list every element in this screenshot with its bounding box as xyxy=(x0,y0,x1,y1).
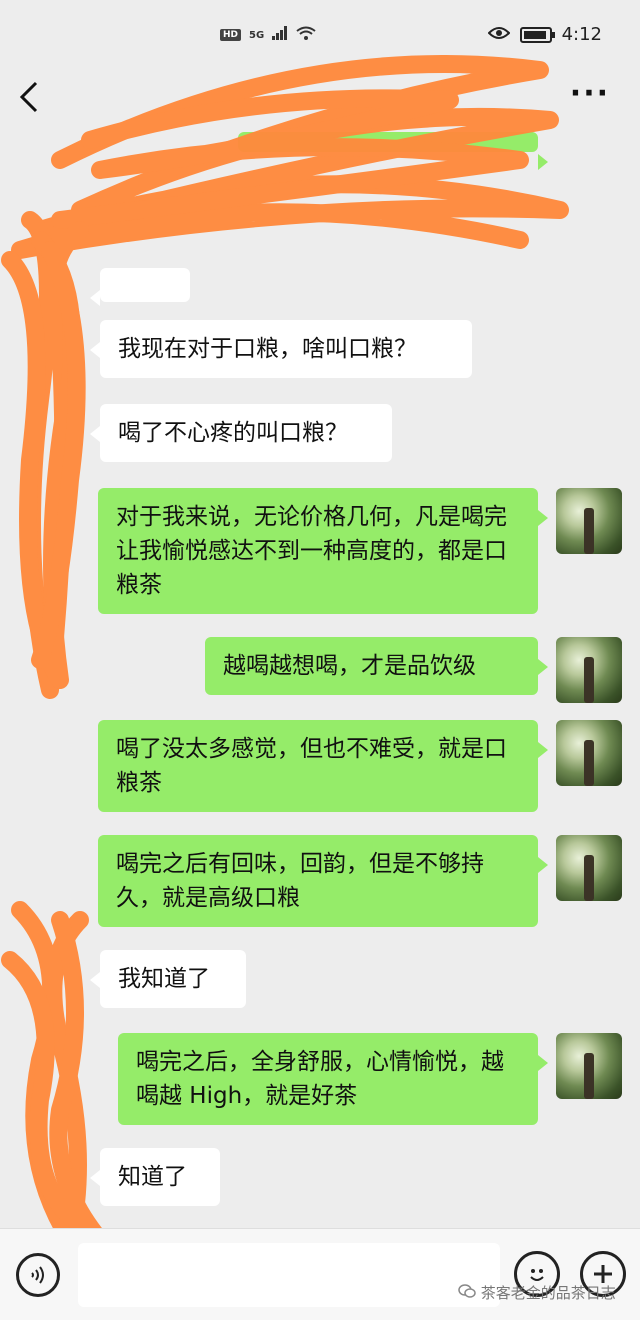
chat-bubble-outgoing[interactable]: 喝完之后，全身舒服，心情愉悦，越喝越 High，就是好茶 xyxy=(118,1033,548,1125)
input-bar xyxy=(0,1228,640,1320)
network-type: 5G xyxy=(249,29,265,41)
chat-bubble-outgoing[interactable]: 越喝越想喝，才是品饮级 xyxy=(205,637,548,695)
status-bar: HD 5G 4:12 xyxy=(0,0,640,76)
user-avatar[interactable] xyxy=(556,488,622,554)
status-right: 4:12 xyxy=(487,24,602,45)
battery-icon xyxy=(519,26,555,43)
chat-bubble-outgoing[interactable]: 对于我来说，无论价格几何，凡是喝完让我愉悦感达不到一种高度的，都是口粮茶 xyxy=(98,488,548,614)
voice-icon[interactable] xyxy=(16,1253,60,1297)
status-icons: HD 5G xyxy=(220,26,316,44)
user-avatar[interactable] xyxy=(556,720,622,786)
hd-badge: HD xyxy=(220,29,242,41)
back-button[interactable] xyxy=(18,80,40,120)
watermark-text: 茶客老金的品茶日志 xyxy=(480,1284,616,1302)
chat-bubble-partial xyxy=(238,132,548,170)
chat-bubble-outgoing[interactable]: 喝完之后有回味，回韵，但是不够持久，就是高级口粮 xyxy=(98,835,548,927)
user-avatar[interactable] xyxy=(556,637,622,703)
chat-bubble-partial-in xyxy=(90,268,190,306)
message-input[interactable] xyxy=(78,1243,500,1307)
chat-bubble-incoming[interactable]: 知道了 xyxy=(90,1148,220,1206)
wifi-icon xyxy=(296,26,316,44)
chat-bubble-incoming[interactable]: 喝了不心疼的叫口粮？ xyxy=(90,404,392,462)
more-button[interactable]: ··· xyxy=(570,76,610,111)
clock: 4:12 xyxy=(561,24,602,45)
chat-bubble-outgoing[interactable]: 喝了没太多感觉，但也不难受，就是口粮茶 xyxy=(98,720,548,812)
eye-icon xyxy=(487,24,510,45)
user-avatar[interactable] xyxy=(556,1033,622,1099)
wechat-icon xyxy=(458,1284,481,1302)
watermark: 茶客老金的品茶日志 xyxy=(458,1282,616,1303)
signal-icon xyxy=(272,26,288,44)
chat-bubble-incoming[interactable]: 我知道了 xyxy=(90,950,246,1008)
chat-bubble-incoming[interactable]: 我现在对于口粮，啥叫口粮？ xyxy=(90,320,472,378)
chat-header: ··· xyxy=(0,70,640,136)
user-avatar[interactable] xyxy=(556,835,622,901)
